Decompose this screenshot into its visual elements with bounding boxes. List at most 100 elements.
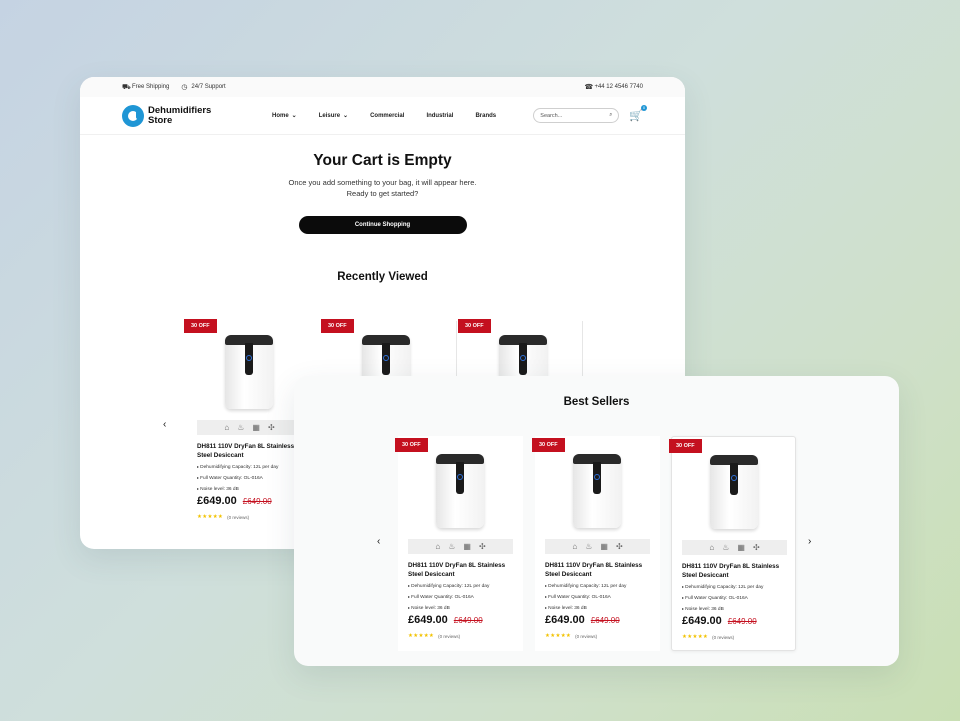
carousel-prev-arrow-icon[interactable]: ‹ — [377, 536, 380, 547]
feature-icons: ⌂ ♨ ▦ ✣ — [545, 539, 650, 554]
discount-badge: 30 OFF — [184, 319, 217, 333]
product-specs: Dehumidifying Capacity: 12L per day Full… — [545, 581, 626, 614]
rating-stars: ★★★★★ — [408, 633, 435, 639]
rating-row: ★★★★★ (0 reviews) — [197, 514, 249, 520]
carousel-next-arrow-icon[interactable]: › — [808, 536, 811, 547]
old-price: £649.00 — [453, 616, 483, 625]
review-count: (0 reviews) — [227, 514, 250, 520]
price: £649.00 — [408, 614, 448, 626]
nav-item-home[interactable]: Home ⌄ — [272, 112, 297, 120]
home-icon: ⌂ — [709, 543, 715, 552]
empty-cart-message: Once you add something to your bag, it w… — [288, 178, 477, 187]
price-row: £649.00 £649.00 — [682, 615, 757, 627]
feature-icons: ⌂ ♨ ▦ ✣ — [408, 539, 513, 554]
spec-item: Full Water Quantity: OL-016A — [545, 592, 626, 603]
discount-badge: 30 OFF — [395, 438, 428, 452]
spec-item: Full Water Quantity: OL-016A — [682, 593, 763, 604]
discount-badge: 30 OFF — [669, 439, 702, 453]
rating-row: ★★★★★ (0 reviews) — [545, 633, 597, 639]
building-icon: ▦ — [252, 423, 260, 432]
rating-row: ★★★★★ (0 reviews) — [408, 633, 460, 639]
spec-item: Noise level: 36 dB — [682, 604, 763, 615]
building-icon: ▦ — [737, 543, 745, 552]
price-row: £649.00 £649.00 — [408, 614, 483, 626]
review-count: (0 reviews) — [438, 633, 461, 639]
product-title[interactable]: DH811 110V DryFan 8L Stainless Steel Des… — [545, 561, 655, 579]
rating-stars: ★★★★★ — [545, 633, 572, 639]
product-title[interactable]: DH811 110V DryFan 8L Stainless Steel Des… — [408, 561, 518, 579]
discount-badge: 30 OFF — [458, 319, 491, 333]
rating-stars: ★★★★★ — [197, 514, 224, 520]
product-image[interactable] — [710, 455, 758, 531]
spec-item: Noise level: 36 dB — [197, 484, 278, 495]
cart-icon[interactable]: 🛒 0 — [629, 105, 647, 122]
building-icon: ▦ — [600, 542, 608, 551]
best-sellers-title: Best Sellers — [563, 396, 630, 408]
spec-item: Full Water Quantity: OL-016A — [408, 592, 489, 603]
phone-info[interactable]: ☎ +44 12 4546 7740 — [584, 84, 643, 91]
fan-icon: ✣ — [267, 423, 275, 432]
old-price: £649.00 — [727, 617, 757, 626]
old-price: £649.00 — [590, 616, 620, 625]
nav-item-commercial[interactable]: Commercial — [370, 112, 404, 119]
price-row: £649.00 £649.00 — [545, 614, 620, 626]
carousel-prev-arrow-icon[interactable]: ‹ — [163, 419, 166, 430]
product-image[interactable] — [573, 454, 621, 530]
empty-cart-prompt: Ready to get started? — [346, 188, 419, 198]
feature-icons: ⌂ ♨ ▦ ✣ — [197, 420, 302, 435]
product-specs: Dehumidifying Capacity: 12L per day Full… — [197, 462, 278, 495]
rating-stars: ★★★★★ — [682, 634, 709, 640]
nav-home-label: Home — [272, 112, 289, 119]
phone-icon: ☎ — [584, 83, 594, 91]
support-label: 24/7 Support — [191, 84, 226, 90]
home-icon: ⌂ — [572, 542, 578, 551]
building-icon: ▦ — [463, 542, 471, 551]
home-icon: ⌂ — [435, 542, 441, 551]
product-card[interactable]: 30 OFF ⌂ ♨ ▦ ✣ DH811 110V DryFan 8L Stainle… — [395, 436, 523, 651]
best-sellers-window: Best Sellers ‹ › 30 OFF ⌂ ♨ ▦ ✣ DH811 110V … — [294, 376, 899, 666]
product-title[interactable]: DH811 110V DryFan 8L Stainless Steel Des… — [197, 442, 307, 460]
recently-viewed-title: Recently Viewed — [337, 271, 428, 283]
free-shipping-info: ⛟ Free Shipping — [122, 84, 169, 91]
phone-number[interactable]: +44 12 4546 7740 — [594, 84, 643, 90]
search-icon[interactable]: ⌕ — [609, 112, 612, 119]
search-placeholder: Search... — [540, 112, 563, 119]
feature-icons: ⌂ ♨ ▦ ✣ — [682, 540, 787, 555]
nav-item-leisure[interactable]: Leisure ⌄ — [318, 112, 348, 120]
price: £649.00 — [545, 614, 585, 626]
shower-icon: ♨ — [585, 542, 593, 551]
top-info-bar: ⛟ Free Shipping ◷ 24/7 Support ☎ +44 12 … — [80, 77, 685, 97]
spec-item: Full Water Quantity: OL-016A — [197, 473, 278, 484]
rating-row: ★★★★★ (0 reviews) — [682, 634, 734, 640]
free-shipping-label: Free Shipping — [132, 84, 170, 90]
shower-icon: ♨ — [237, 423, 245, 432]
product-image[interactable] — [225, 335, 273, 411]
product-card-hovered[interactable]: 30 OFF ⌂ ♨ ▦ ✣ DH811 110V DryFan 8L Stainle… — [669, 436, 796, 651]
store-logo[interactable]: Dehumidifiers Store — [122, 104, 272, 127]
nav-leisure-label: Leisure — [318, 112, 341, 119]
shower-icon: ♨ — [448, 542, 456, 551]
main-navbar: Dehumidifiers Store Home ⌄ Leisure ⌄ Comme… — [80, 97, 685, 135]
clock-icon: ◷ — [181, 83, 188, 91]
cart-count-badge: 0 — [641, 105, 647, 111]
logo-mark-icon — [122, 104, 144, 127]
nav-item-industrial[interactable]: Industrial — [426, 112, 453, 119]
home-icon: ⌂ — [224, 423, 230, 432]
product-card[interactable]: 30 OFF ⌂ ♨ ▦ ✣ DH811 110V DryFan 8L Stainle… — [532, 436, 660, 651]
nav-industrial-label: Industrial — [426, 112, 454, 119]
discount-badge: 30 OFF — [532, 438, 565, 452]
search-input[interactable]: Search... ⌕ — [533, 108, 620, 123]
nav-item-brands[interactable]: Brands — [475, 112, 496, 119]
product-title[interactable]: DH811 110V DryFan 8L Stainless Steel Des… — [682, 562, 792, 580]
continue-shopping-button[interactable]: Continue Shopping — [298, 216, 467, 234]
fan-icon: ✣ — [478, 542, 486, 551]
spec-item: Noise level: 36 dB — [408, 603, 489, 614]
price: £649.00 — [197, 495, 237, 507]
support-info: ◷ 24/7 Support — [181, 84, 225, 91]
spec-item: Noise level: 36 dB — [545, 603, 626, 614]
spec-item: Dehumidifying Capacity: 12L per day — [682, 582, 763, 593]
product-image[interactable] — [436, 454, 484, 530]
review-count: (0 reviews) — [712, 634, 735, 640]
price: £649.00 — [682, 615, 722, 627]
truck-icon: ⛟ — [122, 83, 131, 91]
